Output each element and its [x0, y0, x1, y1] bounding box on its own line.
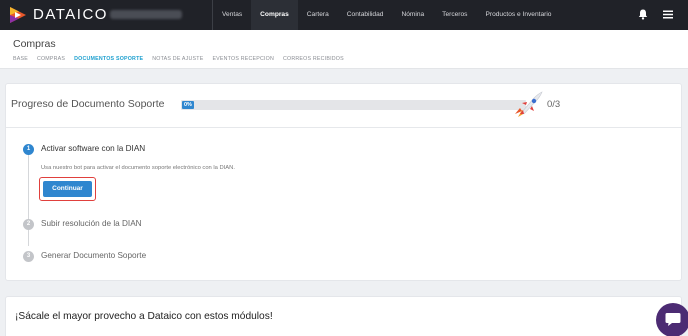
steps-connector-line: [28, 144, 29, 246]
step-1-title[interactable]: Activar software con la DIAN: [41, 144, 145, 153]
chat-icon: [665, 313, 681, 326]
nav-item-terceros[interactable]: Terceros: [433, 0, 476, 30]
nav-item-contabilidad[interactable]: Contabilidad: [338, 0, 393, 30]
tab-documentos-soporte[interactable]: DOCUMENTOS SOPORTE: [74, 56, 143, 62]
bell-icon[interactable]: [638, 9, 648, 20]
step-2-number: 2: [23, 219, 34, 230]
step-3-title[interactable]: Generar Documento Soporte: [41, 251, 146, 260]
nav-item-compras[interactable]: Compras: [251, 0, 298, 30]
progress-header: Progreso de Documento Soporte 0% 0/3: [6, 84, 681, 128]
main-nav: Ventas Compras Cartera Contabilidad Nómi…: [212, 0, 560, 30]
rocket-icon: [515, 91, 543, 117]
nav-item-ventas[interactable]: Ventas: [213, 0, 251, 30]
company-name-redacted: [110, 10, 182, 19]
progress-title: Progreso de Documento Soporte: [11, 98, 165, 110]
step-2-title[interactable]: Subir resolución de la DIAN: [41, 219, 142, 228]
step-1-number: 1: [23, 144, 34, 155]
nav-item-productos-inventario[interactable]: Productos e Inventario: [476, 0, 560, 30]
continue-button[interactable]: Continuar: [43, 181, 92, 197]
modules-title: ¡Sácale el mayor provecho a Dataico con …: [15, 311, 273, 322]
progress-count: 0/3: [547, 99, 561, 110]
modules-card: ¡Sácale el mayor provecho a Dataico con …: [5, 296, 682, 336]
dataico-logo-icon[interactable]: [9, 6, 27, 24]
tab-compras[interactable]: COMPRAS: [37, 56, 65, 62]
tab-notas-de-ajuste[interactable]: NOTAS DE AJUSTE: [152, 56, 203, 62]
sub-tabs: BASE COMPRAS DOCUMENTOS SOPORTE NOTAS DE…: [13, 56, 353, 62]
brand-name: DATAICO: [33, 6, 108, 23]
tab-correos-recibidos[interactable]: CORREOS RECIBIDOS: [283, 56, 344, 62]
hamburger-menu-icon[interactable]: [663, 10, 673, 19]
tab-base[interactable]: BASE: [13, 56, 28, 62]
tab-eventos-recepcion[interactable]: EVENTOS RECEPCION: [212, 56, 274, 62]
page-header: Compras BASE COMPRAS DOCUMENTOS SOPORTE …: [0, 30, 688, 69]
step-3-number: 3: [23, 251, 34, 262]
top-navbar: DATAICO Ventas Compras Cartera Contabili…: [0, 0, 688, 30]
nav-item-cartera[interactable]: Cartera: [298, 0, 338, 30]
step-1-description: Usa nuestro bot para activar el document…: [41, 165, 235, 171]
continue-button-highlight: Continuar: [39, 177, 96, 201]
chat-widget-button[interactable]: [656, 303, 688, 336]
nav-item-nomina[interactable]: Nómina: [392, 0, 433, 30]
progress-bar: 0%: [181, 100, 526, 110]
progress-percent-label: 0%: [182, 101, 194, 109]
page-title: Compras: [13, 38, 56, 50]
progress-card: Progreso de Documento Soporte 0% 0/3 1 A…: [5, 83, 682, 281]
